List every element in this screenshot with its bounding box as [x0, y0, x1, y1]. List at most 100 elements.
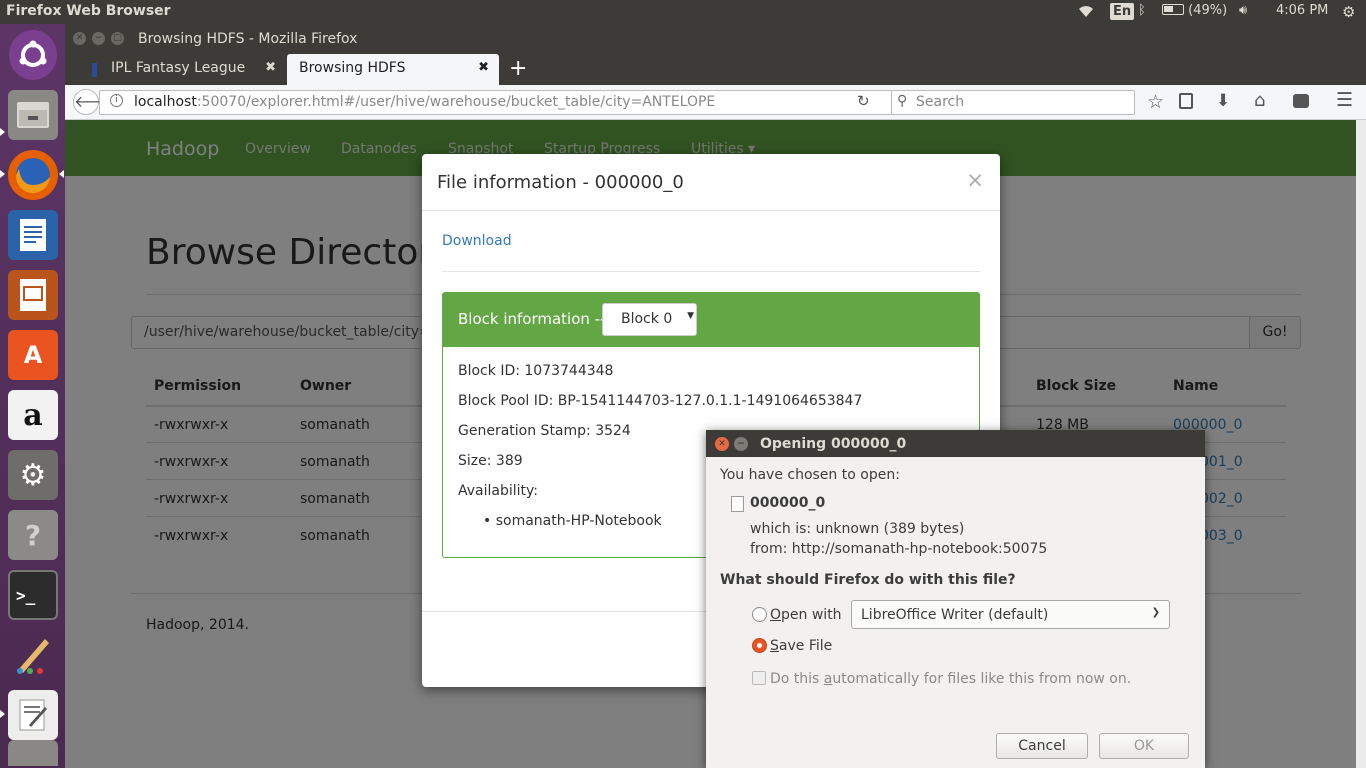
amazon-icon[interactable]: a [8, 390, 58, 440]
libreoffice-writer-icon[interactable] [8, 210, 58, 260]
open-with-app-select[interactable]: LibreOffice Writer (default) ❯ [851, 600, 1170, 629]
paint-icon[interactable] [8, 630, 58, 680]
url-path: :50070/explorer.html#/user/hive/warehous… [196, 94, 716, 110]
auto-action-checkbox[interactable] [752, 671, 766, 685]
block-select-value: Block 0 [621, 311, 673, 327]
from-label: from: [750, 541, 788, 557]
minimize-dialog-button[interactable]: − [734, 437, 748, 451]
software-center-icon[interactable]: A [8, 330, 58, 380]
which-is-value: unknown (389 bytes) [815, 521, 965, 537]
ubuntu-icon[interactable] [9, 30, 57, 80]
modal-title: File information - 000000_0 [437, 172, 684, 193]
downloads-icon[interactable]: ⬇ [1216, 91, 1230, 111]
panel-heading: Block information -- Block 0 ▼ [443, 293, 979, 347]
back-button[interactable]: 🡐 [73, 89, 117, 115]
which-is-label: which is: [750, 521, 812, 537]
active-app-title: Firefox Web Browser [6, 3, 171, 19]
running-indicator [0, 128, 5, 136]
divider [422, 210, 1000, 211]
bullet-icon: • [483, 513, 492, 529]
launcher: A a ⚙ ? >_ [0, 24, 65, 768]
close-tab-icon[interactable]: ✖ [265, 60, 276, 75]
dialog-titlebar: ✕ − Opening 000000_0 [706, 430, 1205, 457]
tab-label: Browsing HDFS [299, 60, 406, 76]
search-field[interactable]: ⚲ Search [891, 90, 1135, 115]
open-with-label[interactable]: Open with [770, 607, 842, 623]
dropdown-caret-icon: ▼ [687, 311, 694, 321]
auto-text-post: utomatically for files like this from no… [832, 671, 1132, 687]
bookmark-star-icon[interactable]: ☆ [1147, 91, 1164, 113]
top-panel: Firefox Web Browser En ᛒ (49%) 🔊︎ 4:06 P… [0, 0, 1366, 24]
cancel-button[interactable]: Cancel [996, 733, 1088, 759]
tab-strip: IPL Fantasy League ✖ Browsing HDFS ✖ + [65, 54, 1366, 85]
files-icon[interactable] [8, 90, 58, 140]
reload-icon[interactable]: ↻ [857, 92, 870, 110]
search-icon: ⚲ [897, 93, 908, 109]
site-info-icon[interactable]: i [110, 94, 123, 107]
help-icon[interactable]: ? [8, 510, 58, 560]
wifi-icon[interactable] [1076, 3, 1096, 23]
window-titlebar: ✕ − □ Browsing HDFS - Mozilla Firefox [65, 24, 1366, 54]
close-window-button[interactable]: ✕ [73, 32, 86, 45]
trash-icon[interactable] [8, 740, 58, 766]
minimize-window-button[interactable]: − [92, 32, 105, 45]
chosen-to-open-label: You have chosen to open: [720, 467, 900, 483]
text-editor-icon[interactable] [8, 690, 58, 740]
volume-icon[interactable]: 🔊︎ [1239, 3, 1247, 18]
pocket-icon[interactable] [1293, 94, 1309, 108]
home-icon[interactable]: ⌂ [1254, 90, 1265, 111]
divider [442, 271, 980, 272]
auto-text-pre: Do this [770, 671, 824, 687]
file-name: 000000_0 [750, 495, 826, 511]
tab-ipl-fantasy-league[interactable]: IPL Fantasy League ✖ [81, 54, 286, 85]
save-file-label[interactable]: Save File [770, 638, 832, 654]
block-id: Block ID: 1073744348 [458, 363, 614, 379]
ok-button[interactable]: OK [1099, 733, 1189, 759]
block-select[interactable]: Block 0 ▼ [602, 303, 697, 336]
host-name: somanath-HP-Notebook [495, 513, 662, 529]
from-value: http://somanath-hp-notebook:50075 [791, 541, 1048, 557]
libreoffice-impress-icon[interactable] [8, 270, 58, 320]
system-settings-icon[interactable]: ⚙ [8, 450, 58, 500]
keyboard-layout-indicator[interactable]: En [1110, 3, 1135, 20]
battery-percent: (49%) [1188, 3, 1228, 18]
focused-indicator [59, 170, 64, 178]
chevron-down-icon: ❯ [1151, 607, 1160, 618]
menu-icon[interactable]: ☰ [1336, 89, 1353, 111]
mnemonic: O [770, 607, 782, 623]
open-with-app-value: LibreOffice Writer (default) [861, 607, 1049, 623]
tab-label: IPL Fantasy League [111, 60, 246, 76]
site-favicon-icon [92, 63, 97, 77]
terminal-icon[interactable]: >_ [8, 570, 58, 620]
open-with-text: pen with [781, 607, 842, 623]
url-host: localhost [134, 94, 197, 110]
battery-indicator[interactable]: (49%) [1162, 3, 1227, 18]
save-file-radio[interactable] [752, 638, 767, 653]
url-bar[interactable]: i localhost:50070/explorer.html#/user/hi… [99, 90, 901, 115]
open-with-radio[interactable] [752, 607, 767, 622]
generation-stamp: Generation Stamp: 3524 [458, 423, 631, 439]
bluetooth-icon[interactable]: ᛒ [1138, 3, 1146, 18]
block-pool-id: Block Pool ID: BP-1541144703-127.0.1.1-1… [458, 393, 863, 409]
system-gear-icon[interactable]: ⚙ [1342, 3, 1355, 21]
new-tab-button[interactable]: + [509, 56, 527, 81]
page-scrollbar[interactable] [1356, 120, 1366, 768]
maximize-window-button[interactable]: □ [111, 32, 124, 45]
download-link[interactable]: Download [442, 233, 512, 249]
file-type-row: which is: unknown (389 bytes) [750, 521, 964, 537]
action-question: What should Firefox do with this file? [720, 572, 1016, 588]
file-source-row: from: http://somanath-hp-notebook:50075 [750, 541, 1047, 557]
close-tab-icon[interactable]: ✖ [478, 60, 489, 75]
file-icon [731, 496, 744, 512]
availability-label: Availability: [458, 483, 539, 499]
reading-list-icon[interactable] [1179, 93, 1193, 109]
auto-action-label[interactable]: Do this automatically for files like thi… [770, 671, 1131, 687]
save-file-text: ave File [778, 638, 833, 654]
window-title: Browsing HDFS - Mozilla Firefox [138, 31, 358, 47]
close-dialog-button[interactable]: ✕ [715, 437, 729, 451]
block-size-info: Size: 389 [458, 453, 523, 469]
close-icon[interactable]: × [966, 168, 984, 192]
clock[interactable]: 4:06 PM [1276, 3, 1328, 18]
tab-browsing-hdfs[interactable]: Browsing HDFS ✖ [287, 54, 499, 85]
firefox-icon[interactable] [8, 150, 58, 200]
